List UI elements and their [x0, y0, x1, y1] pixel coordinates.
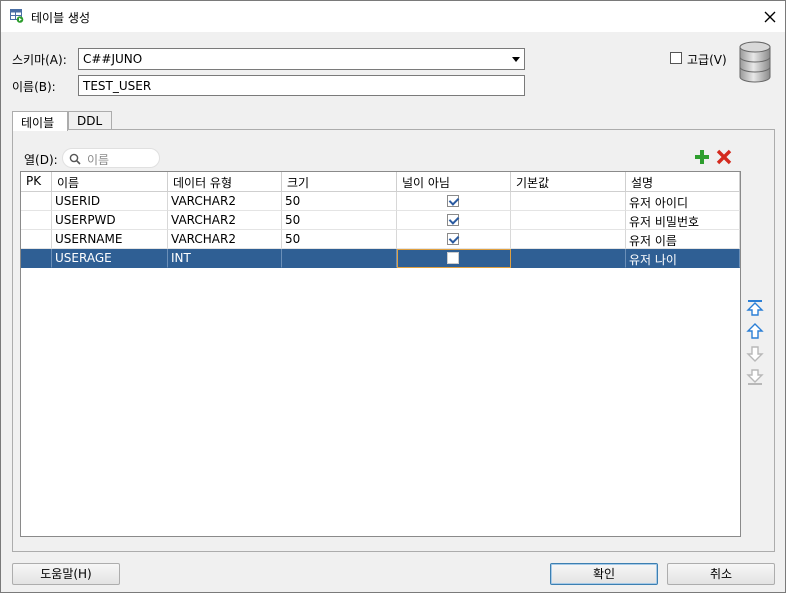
cell-name[interactable]: USERAGE — [52, 249, 168, 268]
dialog-title: 테이블 생성 — [31, 11, 91, 25]
not-null-checkbox[interactable] — [447, 195, 459, 207]
schema-select[interactable]: C##JUNO — [78, 48, 525, 70]
columns-table: PK 이름 데이터 유형 크기 널이 아님 기본값 설명 USERID VARC… — [20, 171, 741, 537]
header-type[interactable]: 데이터 유형 — [168, 172, 282, 192]
cell-default[interactable] — [511, 230, 626, 249]
database-icon — [739, 41, 771, 83]
close-icon — [764, 11, 776, 22]
header-not-null[interactable]: 널이 아님 — [397, 172, 511, 192]
cell-default[interactable] — [511, 249, 626, 268]
table-name-value: TEST_USER — [83, 79, 152, 93]
table-row[interactable]: USERID VARCHAR2 50 유저 아이디 — [21, 192, 740, 211]
header-size[interactable]: 크기 — [282, 172, 397, 192]
table-row[interactable]: USERPWD VARCHAR2 50 유저 비밀번호 — [21, 211, 740, 230]
cell-type[interactable]: VARCHAR2 — [168, 211, 282, 230]
cell-name[interactable]: USERNAME — [52, 230, 168, 249]
header-name[interactable]: 이름 — [52, 172, 168, 192]
tab-table-label: 테이블 — [21, 116, 55, 130]
table-row[interactable]: USERNAME VARCHAR2 50 유저 이름 — [21, 230, 740, 249]
cell-comment[interactable]: 유저 아이디 — [626, 192, 740, 211]
table-name-input[interactable]: TEST_USER — [78, 75, 525, 96]
column-search-input[interactable]: 이름 — [62, 148, 160, 168]
cell-pk[interactable] — [21, 211, 52, 230]
add-column-icon[interactable] — [694, 149, 710, 165]
cell-pk[interactable] — [21, 249, 52, 268]
cell-not-null[interactable] — [397, 230, 511, 249]
table-icon — [10, 9, 24, 23]
name-label: 이름(B): — [12, 80, 56, 94]
cell-comment[interactable]: 유저 이름 — [626, 230, 740, 249]
not-null-checkbox[interactable] — [447, 252, 459, 264]
cell-type[interactable]: INT — [168, 249, 282, 268]
cell-pk[interactable] — [21, 192, 52, 211]
header-default[interactable]: 기본값 — [511, 172, 626, 192]
move-up-icon[interactable] — [746, 322, 764, 340]
cell-not-null[interactable] — [397, 211, 511, 230]
search-icon — [69, 153, 81, 165]
table-row-selected[interactable]: USERAGE INT 유저 나이 — [21, 249, 740, 268]
cell-comment[interactable]: 유저 비밀번호 — [626, 211, 740, 230]
remove-column-icon[interactable] — [716, 149, 732, 165]
cell-type[interactable]: VARCHAR2 — [168, 192, 282, 211]
cell-not-null[interactable] — [397, 249, 511, 268]
table-header: PK 이름 데이터 유형 크기 널이 아님 기본값 설명 — [21, 172, 740, 192]
schema-value: C##JUNO — [83, 52, 143, 66]
advanced-checkbox[interactable] — [670, 52, 682, 64]
cell-name[interactable]: USERID — [52, 192, 168, 211]
cell-default[interactable] — [511, 192, 626, 211]
header-comment[interactable]: 설명 — [626, 172, 740, 192]
ok-button[interactable]: 확인 — [550, 563, 658, 585]
cell-comment[interactable]: 유저 나이 — [626, 249, 740, 268]
title-bar: 테이블 생성 — [1, 1, 785, 32]
move-bottom-icon[interactable] — [746, 368, 764, 386]
not-null-checkbox[interactable] — [447, 233, 459, 245]
columns-toolbar: 열(D): 이름 — [20, 146, 741, 170]
search-placeholder: 이름 — [87, 153, 110, 167]
move-top-icon[interactable] — [746, 299, 764, 317]
header-pk[interactable]: PK — [21, 172, 52, 192]
tab-ddl[interactable]: DDL — [68, 111, 112, 130]
help-button[interactable]: 도움말(H) — [12, 563, 120, 585]
chevron-down-icon — [512, 57, 520, 62]
columns-label: 열(D): — [24, 153, 58, 167]
cell-pk[interactable] — [21, 230, 52, 249]
schema-label: 스키마(A): — [12, 53, 67, 67]
cell-default[interactable] — [511, 211, 626, 230]
not-null-checkbox[interactable] — [447, 214, 459, 226]
tab-ddl-label: DDL — [77, 114, 103, 128]
move-down-icon[interactable] — [746, 345, 764, 363]
cell-size[interactable]: 50 — [282, 192, 397, 211]
cell-name[interactable]: USERPWD — [52, 211, 168, 230]
cancel-button[interactable]: 취소 — [667, 563, 775, 585]
tab-table[interactable]: 테이블 — [12, 111, 68, 131]
close-button[interactable] — [755, 1, 785, 32]
cell-not-null[interactable] — [397, 192, 511, 211]
create-table-dialog: 테이블 생성 스키마(A): C##JUNO 이름(B): TEST_USER … — [0, 0, 786, 593]
cell-size[interactable]: 50 — [282, 211, 397, 230]
advanced-label[interactable]: 고급(V) — [687, 51, 727, 68]
cell-size[interactable] — [282, 249, 397, 268]
cell-type[interactable]: VARCHAR2 — [168, 230, 282, 249]
cell-size[interactable]: 50 — [282, 230, 397, 249]
